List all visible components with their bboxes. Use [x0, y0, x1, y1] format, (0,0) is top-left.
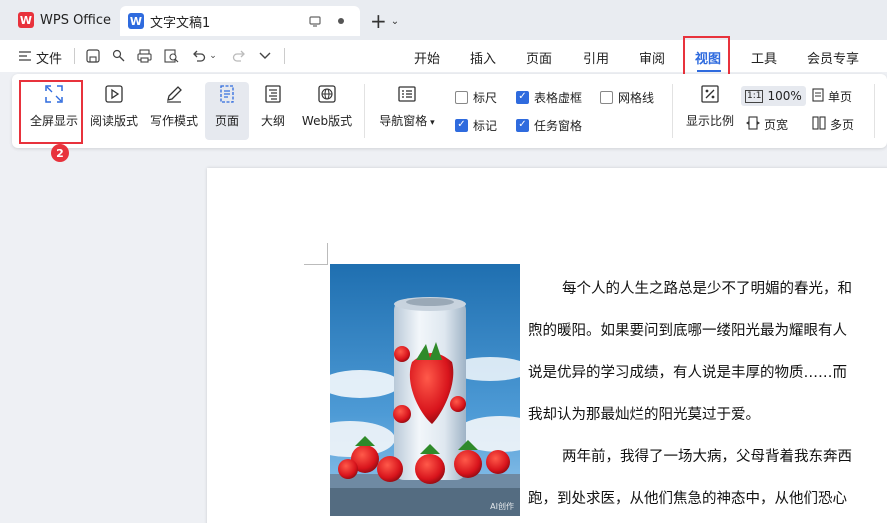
nav-pane-button[interactable]: 导航窗格 ▾ [374, 82, 440, 140]
tab-membership[interactable]: 会员专享 [807, 46, 859, 68]
web-layout-label: Web版式 [301, 114, 353, 128]
image-watermark: AI创作 [490, 502, 514, 511]
page-layout-button[interactable]: 页面 [205, 82, 249, 140]
task-pane-label: 任务窗格 [534, 118, 583, 133]
margin-corner-mark [304, 243, 328, 265]
undo-dropdown-icon[interactable]: ⌄ [204, 47, 222, 65]
window-restore-icon[interactable] [308, 14, 322, 28]
menu-bar: 文件 ⌄ 开始 插入 页面 引用 审阅 视图 工具 会员专享 [0, 40, 887, 72]
outline-button[interactable]: 大纲 [256, 82, 290, 140]
zoom-ratio-button[interactable]: 显示比例 [682, 82, 738, 140]
chevron-down-icon: ▾ [427, 118, 435, 128]
step-badge-2: 2 [51, 144, 69, 162]
divider [284, 48, 285, 64]
redo-icon[interactable] [230, 47, 248, 65]
wps-logo-icon: W [18, 12, 34, 28]
doc-line-2[interactable]: 煦的暖阳。如果要问到底哪一缕阳光最为耀眼有人 [528, 319, 887, 340]
task-pane-checkbox-box[interactable]: ✓ [516, 118, 529, 132]
play-screen-icon [102, 82, 126, 106]
strawberry-can-image[interactable]: AI创作 [330, 264, 520, 516]
divider [364, 84, 365, 138]
writing-mode-label: 写作模式 [149, 114, 198, 128]
table-grid-checkbox[interactable]: ✓ 表格虚框 [516, 88, 582, 106]
doc-line-3[interactable]: 说是优异的学习成绩，有人说是丰厚的物质……而 [528, 361, 887, 382]
view-ribbon: 全屏显示 阅读版式 写作模式 页面 大纲 Web版式 导航窗格 ▾ 标尺 ✓ 表… [12, 74, 887, 148]
single-page-label: 单页 [828, 89, 853, 104]
page-width-icon [746, 115, 760, 133]
zoom-ratio-label: 显示比例 [685, 114, 734, 128]
chevron-down-icon: ⌄ [390, 15, 400, 27]
document-tab[interactable]: W 文字文稿1 [120, 6, 360, 36]
doc-line-1[interactable]: 每个人的人生之路总是少不了明媚的春光，和 [528, 277, 887, 298]
reading-layout-label: 阅读版式 [89, 114, 138, 128]
marks-checkbox-box[interactable]: ✓ [455, 118, 468, 132]
divider [874, 84, 875, 138]
unsaved-dot-icon[interactable] [338, 18, 344, 24]
print-preview-icon[interactable] [162, 47, 180, 65]
print-icon[interactable] [135, 47, 153, 65]
outline-label: 大纲 [260, 114, 285, 128]
plus-icon: + [370, 9, 387, 33]
task-pane-checkbox[interactable]: ✓ 任务窗格 [516, 116, 582, 134]
gridlines-checkbox[interactable]: 网格线 [600, 88, 654, 106]
divider [74, 48, 75, 64]
globe-icon [315, 82, 339, 106]
divider [672, 84, 673, 138]
marks-checkbox[interactable]: ✓ 标记 [455, 116, 497, 134]
page-width-label: 页宽 [764, 117, 789, 132]
title-bar: W WPS Office W 文字文稿1 + ⌄ [0, 0, 887, 40]
nav-pane-text: 导航窗格 [379, 114, 428, 128]
doc-line-5[interactable]: 两年前，我得了一场大病，父母背着我东奔西 [528, 445, 887, 466]
tab-insert[interactable]: 插入 [470, 46, 496, 68]
hamburger-menu-icon[interactable] [16, 47, 34, 65]
web-layout-button[interactable]: Web版式 [298, 82, 356, 140]
wps-office-tab[interactable]: W WPS Office [8, 6, 121, 34]
marks-label: 标记 [473, 118, 498, 133]
page-layout-label: 页面 [214, 114, 239, 128]
format-painter-icon[interactable] [110, 47, 128, 65]
gridlines-checkbox-box[interactable] [600, 90, 613, 104]
multi-page-button[interactable]: 多页 [812, 114, 854, 134]
more-chevron-down-icon[interactable] [256, 47, 274, 65]
page-width-button[interactable]: 页宽 [746, 114, 788, 134]
gridlines-label: 网格线 [618, 90, 655, 105]
file-menu[interactable]: 文件 [36, 46, 62, 68]
multi-page-icon [812, 115, 826, 133]
page-view-icon [215, 82, 239, 106]
single-page-button[interactable]: 单页 [812, 86, 852, 106]
wps-office-tab-label: WPS Office [40, 12, 112, 28]
save-icon[interactable] [84, 47, 102, 65]
document-tab-label: 文字文稿1 [150, 15, 211, 31]
writer-doc-icon: W [128, 13, 144, 29]
fullscreen-highlight [19, 80, 83, 144]
one-to-one-icon: 1:1 [745, 89, 764, 103]
new-tab-button[interactable]: + ⌄ [370, 9, 399, 33]
table-grid-checkbox-box[interactable]: ✓ [516, 90, 529, 104]
tab-home[interactable]: 开始 [414, 46, 440, 68]
nav-pane-icon [395, 82, 419, 106]
tab-references[interactable]: 引用 [583, 46, 609, 68]
reading-layout-button[interactable]: 阅读版式 [88, 82, 140, 140]
percent-icon [698, 82, 722, 106]
ruler-label: 标尺 [473, 90, 498, 105]
zoom-100-button[interactable]: 1:1 100% [741, 86, 806, 106]
nav-pane-label: 导航窗格 ▾ [379, 112, 434, 129]
doc-line-4[interactable]: 我却认为那最灿烂的阳光莫过于爱。 [528, 403, 887, 424]
tab-page[interactable]: 页面 [526, 46, 552, 68]
single-page-icon [812, 87, 824, 105]
outline-icon [261, 82, 285, 106]
table-grid-label: 表格虚框 [534, 90, 583, 105]
writing-mode-button[interactable]: 写作模式 [148, 82, 200, 140]
zoom-100-label: 100% [767, 89, 802, 103]
ruler-checkbox-box[interactable] [455, 90, 468, 104]
document-page[interactable] [207, 168, 887, 523]
pen-icon [162, 82, 186, 106]
multi-page-label: 多页 [830, 117, 855, 132]
tab-tools[interactable]: 工具 [751, 46, 777, 68]
ruler-checkbox[interactable]: 标尺 [455, 88, 497, 106]
doc-line-6[interactable]: 跑，到处求医，从他们焦急的神态中，从他们恐心 [528, 487, 887, 508]
tab-review[interactable]: 审阅 [639, 46, 665, 68]
